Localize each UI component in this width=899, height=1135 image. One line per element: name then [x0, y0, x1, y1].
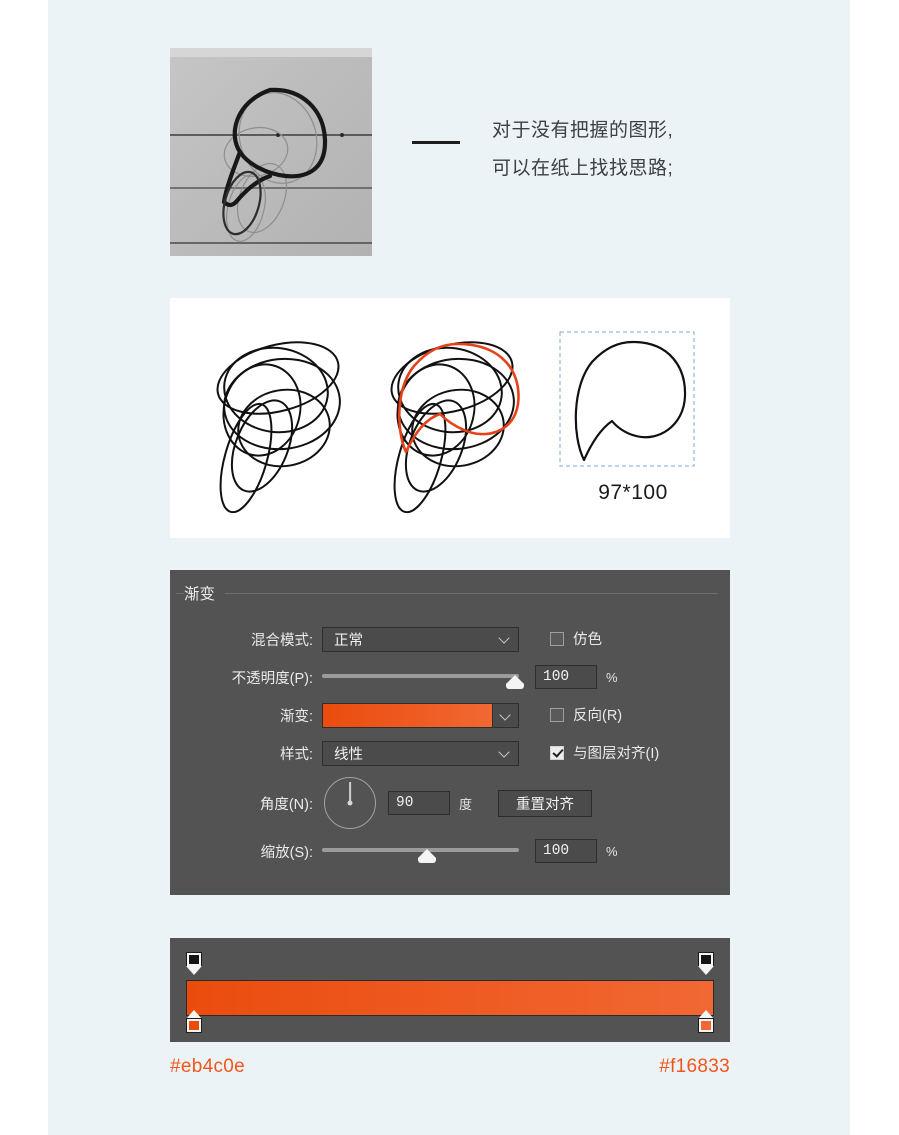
angle-dial-hub	[347, 800, 353, 806]
reverse-checkbox-row[interactable]: 反向(R)	[550, 704, 622, 725]
sketch-final-shape	[558, 330, 708, 477]
opacity-label: 不透明度(P):	[231, 670, 313, 687]
style-label: 样式:	[279, 746, 313, 763]
opacity-unit: %	[606, 669, 618, 685]
opacity-slider-track	[322, 673, 519, 678]
scale-row: 缩放(S): 100 %	[170, 836, 730, 866]
photo-caption-section: 对于没有把握的图形, 可以在纸上找找思路;	[170, 48, 730, 256]
legend-rule	[225, 592, 718, 594]
gradient-swatch-row: 渐变:	[170, 700, 730, 730]
align-with-layer-label: 与图层对齐(I)	[573, 746, 660, 762]
scale-unit: %	[606, 843, 618, 859]
angle-label: 角度(N):	[259, 796, 313, 813]
gradient-preset-dropdown-icon[interactable]	[493, 703, 518, 727]
sketch-traced-outline	[366, 318, 534, 523]
dither-checkbox-row[interactable]: 仿色	[550, 628, 602, 649]
scale-value-field[interactable]: 100	[535, 839, 597, 863]
hex-label-right: #f16833	[659, 1056, 730, 1077]
sketch-card: 97*100	[170, 298, 730, 538]
blend-mode-label: 混合模式:	[250, 632, 313, 649]
align-with-layer-checkbox[interactable]	[550, 745, 564, 760]
blend-mode-value: 正常	[334, 632, 363, 649]
color-stop-right[interactable]	[698, 1010, 714, 1033]
scale-label: 缩放(S):	[260, 844, 313, 861]
pencil-sketch-photo	[170, 48, 372, 256]
reset-align-button[interactable]: 重置对齐	[498, 789, 593, 817]
angle-row: 角度(N): 90 度 重置对齐	[170, 776, 730, 830]
page-root: 对于没有把握的图形, 可以在纸上找找思路; 97*100 渐变 混合模式: 正常…	[0, 0, 899, 1135]
hex-labels-row: #eb4c0e #f16833	[170, 1056, 730, 1078]
angle-dial[interactable]	[324, 777, 376, 829]
blend-mode-select[interactable]: 正常	[322, 626, 519, 652]
gradient-label: 渐变:	[279, 708, 313, 725]
gradient-swatch[interactable]	[323, 703, 493, 727]
blend-mode-row: 混合模式: 正常	[170, 624, 730, 654]
panel-group-header: 渐变	[176, 582, 718, 604]
chevron-down-icon	[500, 748, 509, 757]
color-stop-left[interactable]	[186, 1010, 202, 1033]
opacity-stop-left[interactable]	[186, 952, 202, 975]
align-with-layer-row[interactable]: 与图层对齐(I)	[550, 742, 659, 763]
gradient-preset-control[interactable]	[322, 702, 519, 728]
caption-line-2: 可以在纸上找找思路;	[492, 158, 674, 179]
opacity-value-field[interactable]: 100	[535, 665, 597, 689]
shape-dimensions-label: 97*100	[598, 481, 668, 504]
dither-label: 仿色	[573, 632, 602, 648]
gradient-preview-strip[interactable]	[186, 980, 714, 1016]
style-value: 线性	[334, 746, 363, 763]
gradient-settings-panel: 渐变 混合模式: 正常 仿色 不透明度(P): 100 % 渐变: 反向(R) …	[170, 570, 730, 895]
opacity-stop-right[interactable]	[698, 952, 714, 975]
style-select[interactable]: 线性	[322, 740, 519, 766]
hex-label-left: #eb4c0e	[170, 1056, 246, 1077]
angle-unit: 度	[459, 796, 473, 812]
caption-line-1: 对于没有把握的图形,	[492, 120, 674, 141]
reverse-checkbox[interactable]	[550, 707, 564, 722]
gradient-editor-bar	[170, 938, 730, 1042]
scale-slider[interactable]	[322, 839, 519, 864]
caption-dash-icon	[412, 141, 460, 144]
legend-tick	[176, 593, 184, 594]
opacity-row: 不透明度(P): 100 %	[170, 662, 730, 692]
opacity-slider[interactable]	[322, 665, 524, 690]
reverse-label: 反向(R)	[573, 708, 623, 724]
caption-text-block: 对于没有把握的图形, 可以在纸上找找思路;	[492, 112, 732, 188]
chevron-down-icon	[500, 634, 509, 643]
sketch-overlapping-ellipses	[192, 318, 360, 523]
angle-value-field[interactable]: 90	[388, 791, 450, 815]
dither-checkbox[interactable]	[550, 631, 564, 646]
panel-group-title: 渐变	[184, 586, 216, 603]
